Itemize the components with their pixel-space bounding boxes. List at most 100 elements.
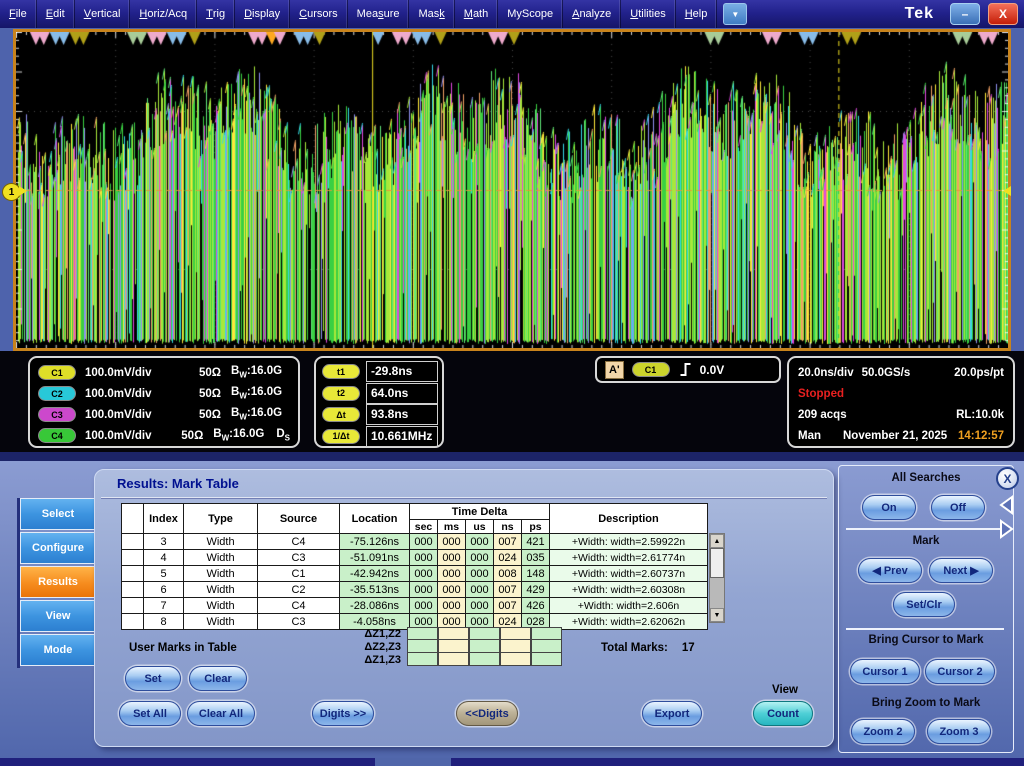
cell: 4 <box>144 550 184 566</box>
table-row[interactable]: 4WidthC3-51.091ns000000000024035+Width: … <box>122 550 708 566</box>
clear-all-button[interactable]: Clear All <box>187 701 255 726</box>
trigger-readout-box[interactable]: A' C1 0.0V <box>595 356 781 383</box>
table-row[interactable]: 3WidthC4-75.126ns000000000007421+Width: … <box>122 534 708 550</box>
table-row[interactable]: 5WidthC1-42.942ns000000000008148+Width: … <box>122 566 708 582</box>
cell: +Width: width=2.606n <box>550 598 708 614</box>
cursor-pill[interactable]: t1 <box>322 364 360 379</box>
mark-table-body: 3WidthC4-75.126ns000000000007421+Width: … <box>122 534 708 630</box>
all-searches-off-button[interactable]: Off <box>931 495 985 520</box>
channel-bandwidth: BW:16.0G <box>231 365 282 379</box>
col-description: Description <box>550 504 708 534</box>
set-button[interactable]: Set <box>125 666 181 691</box>
menu-item-cursors[interactable]: Cursors <box>290 0 348 28</box>
menu-item-trig[interactable]: Trig <box>197 0 235 28</box>
col-type: Type <box>184 504 258 534</box>
close-panel-button[interactable]: X <box>996 467 1019 490</box>
cell: -28.086ns <box>340 598 410 614</box>
channel-pill[interactable]: C1 <box>38 365 76 380</box>
set-all-button[interactable]: Set All <box>119 701 181 726</box>
close-window-button[interactable]: X <box>988 3 1018 25</box>
cell: -51.091ns <box>340 550 410 566</box>
cursor-readout-box[interactable]: t1-29.8nst264.0nsΔt93.8ns1/Δt10.661MHz <box>314 356 444 448</box>
delta-row: ΔZ1,Z3 <box>301 653 562 666</box>
taskbar-nub <box>375 758 451 766</box>
col-index: Index <box>144 504 184 534</box>
channel-scale: 100.0mV/div <box>85 367 181 379</box>
channel-scale: 100.0mV/div <box>85 409 181 421</box>
scroll-down-icon[interactable]: ▼ <box>710 608 724 622</box>
menu-overflow-button[interactable]: ▼ <box>723 3 747 25</box>
panel-slide-right-icon[interactable] <box>997 518 1015 540</box>
menu-item-horizacq[interactable]: Horiz/Acq <box>130 0 197 28</box>
channel-termination: 50Ω <box>181 409 221 421</box>
digits-more-button[interactable]: Digits >> <box>312 701 374 726</box>
cell: 7 <box>144 598 184 614</box>
menu-item-myscope[interactable]: MyScope <box>498 0 563 28</box>
cursor-value: -29.8ns <box>366 361 438 382</box>
view-count-button[interactable]: Count <box>753 701 813 726</box>
menu-item-analyze[interactable]: Analyze <box>563 0 621 28</box>
sidebar-item-results[interactable]: Results <box>20 566 96 598</box>
panel-slide-left-icon[interactable] <box>997 494 1015 516</box>
minimize-button[interactable]: – <box>950 3 980 25</box>
channel-pill[interactable]: C3 <box>38 407 76 422</box>
cursor-2-button[interactable]: Cursor 2 <box>925 659 995 684</box>
menu-item-file[interactable]: File <box>0 0 37 28</box>
sidebar-item-select[interactable]: Select <box>20 498 96 530</box>
acquisition-readout-box[interactable]: 20.0ns/div 50.0GS/s 20.0ps/pt Stopped 20… <box>787 356 1015 448</box>
cursor-pill[interactable]: t2 <box>322 386 360 401</box>
mark-next-button[interactable]: Next ▶ <box>929 558 993 583</box>
cell: Width <box>184 534 258 550</box>
table-row[interactable]: 7WidthC4-28.086ns000000000007426+Width: … <box>122 598 708 614</box>
delta-cell <box>438 627 469 640</box>
delta-cell <box>500 653 531 666</box>
col-sec: sec <box>410 520 438 534</box>
menu-item-measure[interactable]: Measure <box>348 0 410 28</box>
cursor-readout-row: t1 -29.8ns <box>322 361 438 383</box>
user-marks-label: User Marks in Table <box>129 642 237 654</box>
channel-readout-box[interactable]: C1100.0mV/div50ΩBW:16.0GC2100.0mV/div50Ω… <box>28 356 300 448</box>
sidebar-item-view[interactable]: View <box>20 600 96 632</box>
cell: 007 <box>494 582 522 598</box>
sidebar-item-mode[interactable]: Mode <box>20 634 96 666</box>
clear-button[interactable]: Clear <box>189 666 247 691</box>
delta-cell <box>531 640 562 653</box>
delta-cell <box>531 653 562 666</box>
cursor-1-button[interactable]: Cursor 1 <box>850 659 920 684</box>
cursor-pill[interactable]: 1/Δt <box>322 429 360 444</box>
menu-item-edit[interactable]: Edit <box>37 0 75 28</box>
menu-item-math[interactable]: Math <box>455 0 498 28</box>
zoom-3-button[interactable]: Zoom 3 <box>927 719 991 744</box>
zoom-2-button[interactable]: Zoom 2 <box>851 719 915 744</box>
menu-item-vertical[interactable]: Vertical <box>75 0 131 28</box>
record-length: RL:10.0k <box>956 409 1004 421</box>
cursor-pill[interactable]: Δt <box>322 407 360 422</box>
table-scrollbar[interactable]: ▲ ▼ <box>709 533 725 623</box>
total-marks-label: Total Marks: <box>601 642 668 654</box>
delta-label: ΔZ1,Z3 <box>301 654 407 666</box>
menu-item-mask[interactable]: Mask <box>409 0 454 28</box>
col-time-delta: Time Delta <box>410 504 550 520</box>
menu-item-display[interactable]: Display <box>235 0 290 28</box>
digits-less-button[interactable]: <<Digits <box>456 701 518 726</box>
cell: Width <box>184 566 258 582</box>
channel-pill[interactable]: C2 <box>38 386 76 401</box>
mark-prev-button[interactable]: ◀ Prev <box>858 558 922 583</box>
cell: 426 <box>522 598 550 614</box>
mark-set-clr-button[interactable]: Set/Clr <box>893 592 955 617</box>
sidebar-item-configure[interactable]: Configure <box>20 532 96 564</box>
waveform-canvas[interactable] <box>16 32 1008 348</box>
timebase: 20.0ns/div <box>798 367 854 379</box>
cell: 008 <box>494 566 522 582</box>
col-us: us <box>466 520 494 534</box>
cell: 000 <box>466 598 494 614</box>
menu-item-utilities[interactable]: Utilities <box>621 0 675 28</box>
scroll-up-icon[interactable]: ▲ <box>710 534 724 548</box>
export-button[interactable]: Export <box>642 701 702 726</box>
scrollbar-thumb[interactable] <box>710 548 724 578</box>
menu-item-help[interactable]: Help <box>676 0 718 28</box>
all-searches-on-button[interactable]: On <box>862 495 916 520</box>
cell <box>122 550 144 566</box>
channel-pill[interactable]: C4 <box>38 428 76 443</box>
table-row[interactable]: 6WidthC2-35.513ns000000000007429+Width: … <box>122 582 708 598</box>
